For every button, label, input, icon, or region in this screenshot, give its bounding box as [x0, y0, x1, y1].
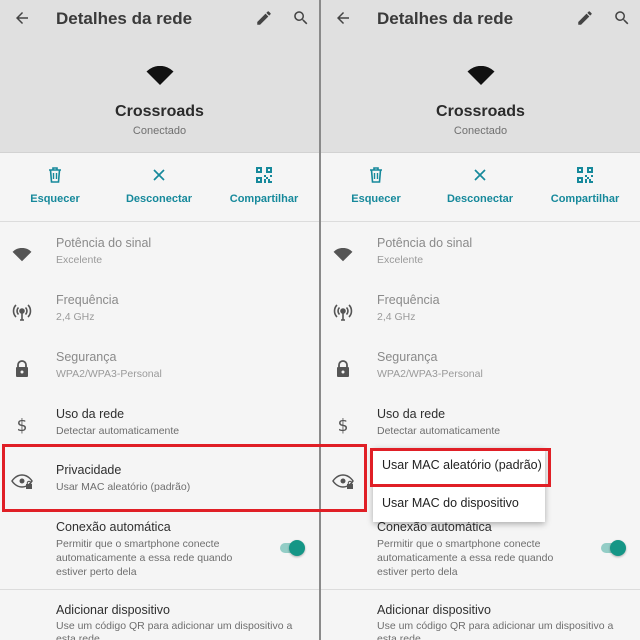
row-security: Segurança WPA2/WPA3-Personal — [0, 350, 319, 406]
menu-item-label: Usar MAC aleatório (padrão) — [382, 458, 542, 472]
network-status: Conectado — [132, 125, 187, 137]
auto-connect-title: Conexão automática — [56, 520, 171, 534]
pencil-icon[interactable] — [573, 6, 597, 30]
disconnect-button[interactable]: Desconectar — [430, 166, 530, 210]
search-icon[interactable] — [289, 6, 313, 30]
network-header: Detalhes da rede Crossroads Conectado — [0, 0, 319, 153]
wifi-icon — [332, 244, 354, 266]
antenna-icon — [11, 301, 33, 323]
disconnect-label: Desconectar — [125, 193, 193, 205]
signal-value: Excelente — [56, 254, 103, 266]
divider — [321, 221, 640, 222]
row-signal-strength: Potência do sinal Excelente — [321, 236, 640, 292]
auto-connect-description: Permitir que o smartphone conecte automa… — [56, 538, 233, 578]
disconnect-button[interactable]: Desconectar — [109, 166, 209, 210]
auto-connect-title: Conexão automática — [377, 520, 492, 534]
divider — [0, 589, 319, 590]
network-status: Conectado — [453, 125, 508, 137]
lock-icon — [11, 358, 33, 380]
add-device-description: Use um código QR para adicionar um dispo… — [56, 620, 293, 640]
usage-value: Detectar automaticamente — [377, 425, 501, 437]
screen-left: Detalhes da rede Crossroads Conectado Es… — [0, 0, 319, 640]
row-auto-connect: Conexão automática Permitir que o smartp… — [321, 520, 640, 580]
security-title: Segurança — [56, 350, 117, 364]
row-add-device[interactable]: Adicionar dispositivo Use um código QR p… — [321, 603, 640, 640]
divider — [321, 589, 640, 590]
share-label: Compartilhar — [550, 193, 620, 205]
signal-value: Excelente — [377, 254, 424, 266]
network-name: Crossroads — [115, 103, 204, 120]
share-button[interactable]: Compartilhar — [214, 166, 314, 210]
row-frequency: Frequência 2,4 GHz — [321, 293, 640, 349]
forget-label: Esquecer — [351, 193, 401, 205]
add-device-title: Adicionar dispositivo — [56, 603, 170, 617]
add-device-description: Use um código QR para adicionar um dispo… — [377, 620, 614, 640]
close-icon — [471, 166, 489, 184]
qr-code-icon — [576, 166, 594, 184]
share-label: Compartilhar — [229, 193, 299, 205]
row-signal-strength: Potência do sinal Excelente — [0, 236, 319, 292]
page-title: Detalhes da rede — [377, 9, 514, 28]
signal-title: Potência do sinal — [56, 236, 152, 250]
eye-lock-icon — [332, 471, 354, 493]
search-icon[interactable] — [610, 6, 634, 30]
share-button[interactable]: Compartilhar — [535, 166, 635, 210]
usage-title: Uso da rede — [56, 407, 125, 421]
wifi-icon — [146, 65, 174, 86]
toggle-knob — [289, 540, 305, 556]
usage-value: Detectar automaticamente — [56, 425, 180, 437]
network-name: Crossroads — [436, 103, 525, 120]
trash-icon — [367, 166, 385, 184]
forget-button[interactable]: Esquecer — [326, 166, 426, 210]
menu-item-random-mac[interactable]: Usar MAC aleatório (padrão) — [373, 448, 545, 484]
wifi-icon — [11, 244, 33, 266]
dollar-icon: $ — [337, 416, 349, 436]
page-title: Detalhes da rede — [56, 9, 193, 28]
frequency-title: Frequência — [56, 293, 119, 307]
close-icon — [150, 166, 168, 184]
arrow-back-icon[interactable] — [10, 6, 34, 30]
security-value: WPA2/WPA3-Personal — [377, 368, 483, 380]
row-security: Segurança WPA2/WPA3-Personal — [321, 350, 640, 406]
menu-item-device-mac[interactable]: Usar MAC do dispositivo — [373, 486, 545, 522]
arrow-back-icon[interactable] — [331, 6, 355, 30]
antenna-icon — [332, 301, 354, 323]
qr-code-icon — [255, 166, 273, 184]
network-header: Detalhes da rede Crossroads Conectado — [321, 0, 640, 153]
toggle-knob — [610, 540, 626, 556]
frequency-value: 2,4 GHz — [56, 311, 95, 323]
row-privacy[interactable]: Privacidade Usar MAC aleatório (padrão) — [0, 463, 319, 519]
lock-icon — [332, 358, 354, 380]
forget-label: Esquecer — [30, 193, 80, 205]
privacy-title: Privacidade — [56, 463, 122, 477]
privacy-value: Usar MAC aleatório (padrão) — [56, 481, 191, 493]
row-network-usage[interactable]: $ Uso da rede Detectar automaticamente — [0, 407, 319, 463]
security-title: Segurança — [377, 350, 438, 364]
row-frequency: Frequência 2,4 GHz — [0, 293, 319, 349]
dollar-icon: $ — [16, 416, 28, 436]
pencil-icon[interactable] — [252, 6, 276, 30]
forget-button[interactable]: Esquecer — [5, 166, 105, 210]
row-auto-connect: Conexão automática Permitir que o smartp… — [0, 520, 319, 580]
frequency-title: Frequência — [377, 293, 440, 307]
auto-connect-toggle[interactable] — [280, 540, 305, 556]
row-add-device[interactable]: Adicionar dispositivo Use um código QR p… — [0, 603, 319, 640]
trash-icon — [46, 166, 64, 184]
privacy-dropdown-menu: Usar MAC aleatório (padrão) Usar MAC do … — [373, 448, 545, 522]
menu-item-label: Usar MAC do dispositivo — [382, 496, 519, 510]
frequency-value: 2,4 GHz — [377, 311, 416, 323]
auto-connect-description: Permitir que o smartphone conecte automa… — [377, 538, 554, 578]
add-device-title: Adicionar dispositivo — [377, 603, 491, 617]
eye-lock-icon — [11, 471, 33, 493]
divider — [0, 221, 319, 222]
usage-title: Uso da rede — [377, 407, 446, 421]
screen-right: Detalhes da rede Crossroads Conectado Es… — [321, 0, 640, 640]
security-value: WPA2/WPA3-Personal — [56, 368, 162, 380]
wifi-icon — [467, 65, 495, 86]
auto-connect-toggle[interactable] — [601, 540, 626, 556]
disconnect-label: Desconectar — [446, 193, 514, 205]
signal-title: Potência do sinal — [377, 236, 473, 250]
